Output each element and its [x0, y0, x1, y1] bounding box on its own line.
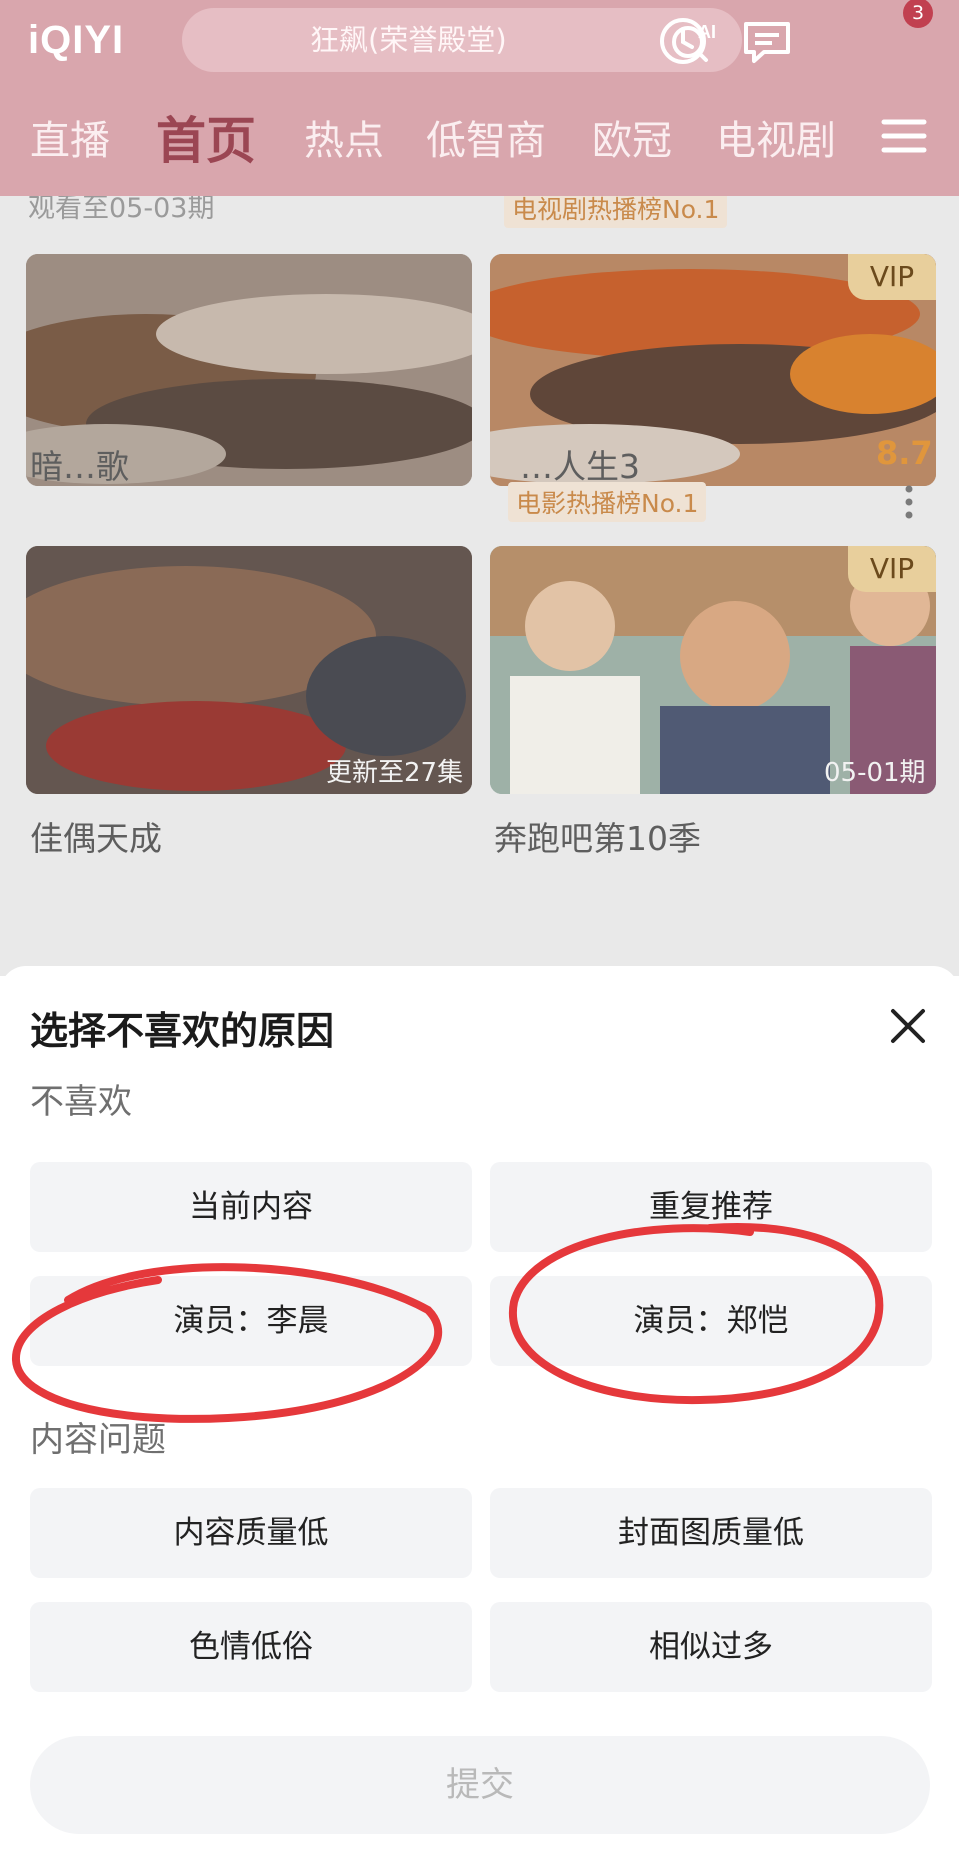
rank-pill: 电视剧热播榜No.1 [504, 196, 728, 228]
rank-pill: 电影热播榜No.1 [508, 482, 707, 522]
card-title[interactable]: 暗…歌 [30, 440, 129, 488]
close-icon[interactable] [888, 1006, 928, 1046]
video-thumbnail[interactable]: VIP 05-01期 [490, 546, 936, 794]
option-actor-li-chen[interactable]: 演员：李晨 [30, 1276, 472, 1366]
message-icon[interactable] [740, 14, 794, 68]
card-title[interactable]: 奔跑吧第10季 [494, 812, 701, 860]
card-title[interactable]: 佳偶天成 [30, 812, 162, 860]
vip-badge: VIP [848, 546, 936, 592]
option-repeated-recommendation[interactable]: 重复推荐 [490, 1162, 932, 1252]
option-current-content[interactable]: 当前内容 [30, 1162, 472, 1252]
channel-tabs: 直播 首页 热点 低智商 欧冠 电视剧 [30, 108, 959, 178]
video-thumbnail[interactable]: 更新至27集 [26, 546, 472, 794]
tab-tv-series[interactable]: 电视剧 [716, 108, 836, 174]
option-low-quality-content[interactable]: 内容质量低 [30, 1488, 472, 1578]
tab-champions-league[interactable]: 欧冠 [592, 108, 672, 174]
sheet-title: 选择不喜欢的原因 [30, 1009, 335, 1053]
watch-progress: 观看至05-03期 [28, 196, 215, 224]
option-vulgar[interactable]: 色情低俗 [30, 1602, 472, 1692]
option-actor-zheng-kai[interactable]: 演员：郑恺 [490, 1276, 932, 1366]
section-content-issue-label: 内容问题 [30, 1420, 166, 1460]
history-clock-icon[interactable] [656, 14, 710, 68]
option-low-quality-cover[interactable]: 封面图质量低 [490, 1488, 932, 1578]
episode-update: 05-01期 [824, 758, 926, 788]
notification-badge: 3 [903, 0, 933, 28]
rating-score: 8.7 [876, 434, 933, 472]
more-options-icon[interactable] [904, 484, 914, 520]
card-title[interactable]: …人生3 [520, 440, 640, 488]
content-feed: 观看至05-03期 电视剧热播榜No.1 VIP 8.7 暗…歌 …人生3 电影… [0, 196, 959, 976]
top-header: iQIYI 狂飙(荣誉殿堂) AI 3 直播 首页 热点 低智商 欧冠 电视剧 [0, 0, 959, 196]
option-too-similar[interactable]: 相似过多 [490, 1602, 932, 1692]
menu-icon[interactable] [880, 112, 928, 160]
tab-home[interactable]: 首页 [156, 104, 256, 178]
search-placeholder: 狂飙(荣誉殿堂) [310, 23, 507, 57]
iqiyi-logo[interactable]: iQIYI [28, 14, 124, 66]
episode-update: 更新至27集 [326, 758, 464, 788]
dislike-reason-sheet: 选择不喜欢的原因 不喜欢 当前内容 重复推荐 演员：李晨 演员：郑恺 内容问题 … [0, 966, 959, 1865]
submit-button[interactable]: 提交 [30, 1736, 930, 1834]
tab-hot[interactable]: 热点 [304, 108, 384, 174]
tab-low-iq[interactable]: 低智商 [426, 108, 546, 174]
vip-badge: VIP [848, 254, 936, 300]
tab-live[interactable]: 直播 [30, 108, 110, 174]
section-dislike-label: 不喜欢 [30, 1082, 132, 1122]
